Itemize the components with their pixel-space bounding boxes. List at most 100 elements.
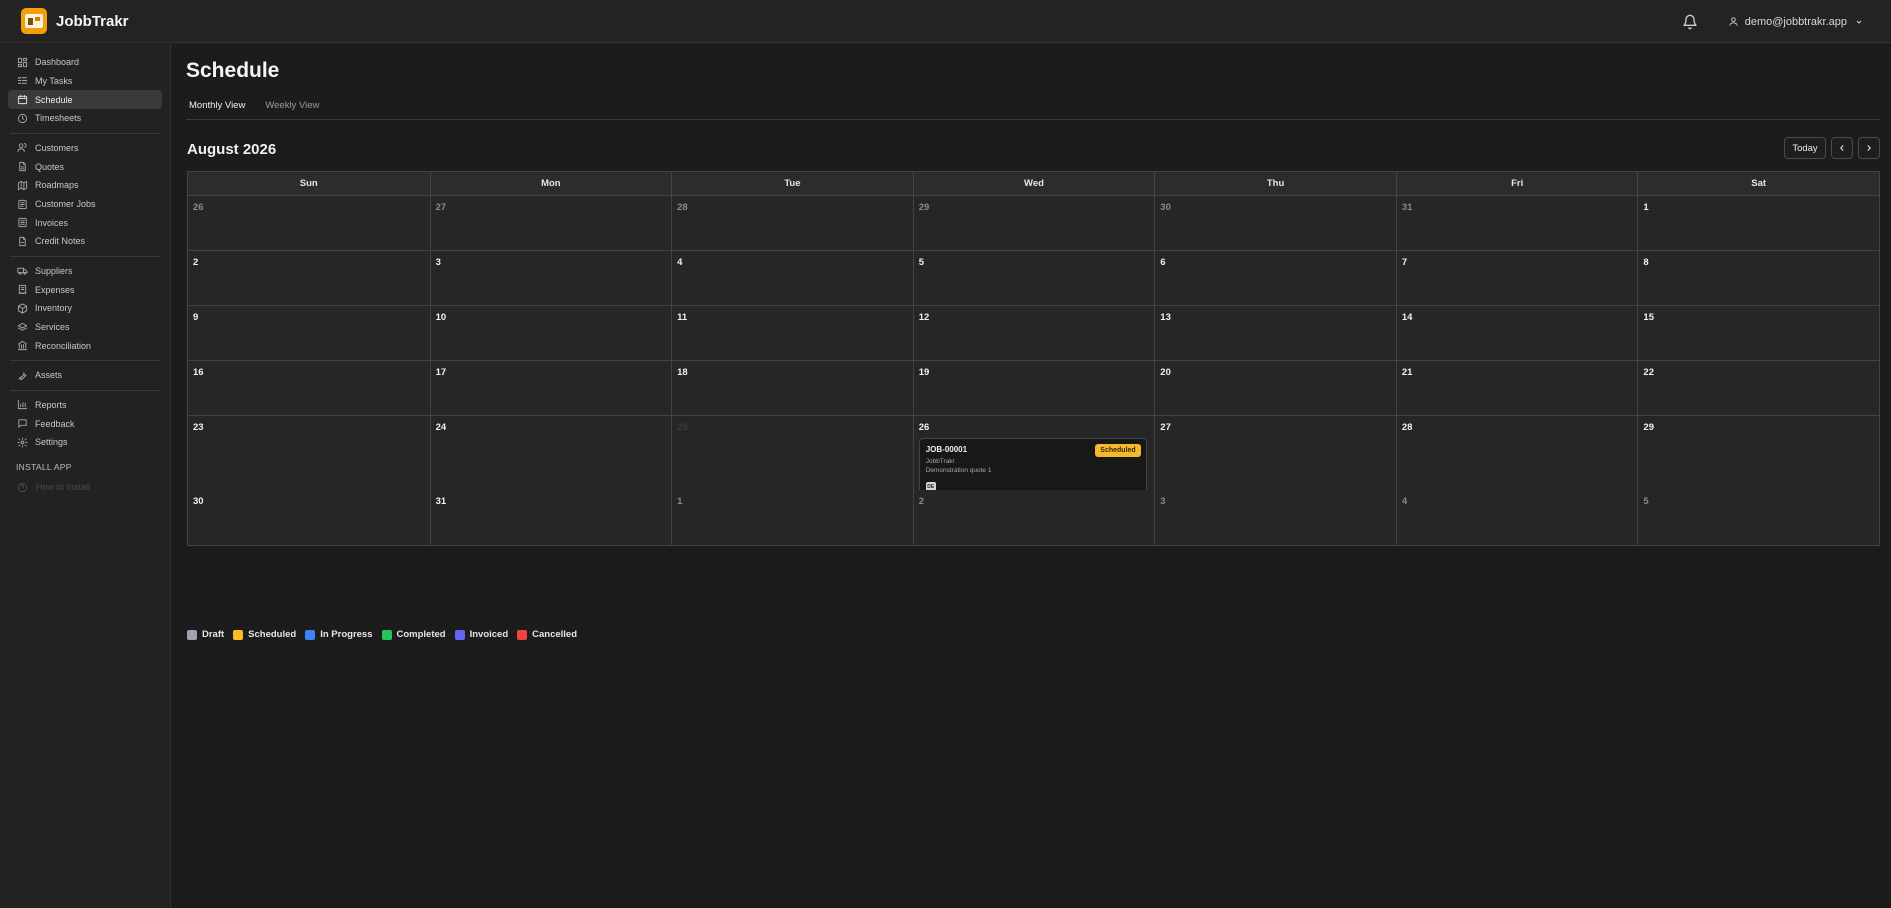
- sidebar-item-label: Inventory: [35, 303, 73, 314]
- day-number: 28: [1401, 422, 1413, 433]
- event-description: Demonstration quote 1: [925, 467, 992, 474]
- calendar-day-cell[interactable]: 31: [1395, 196, 1638, 250]
- credit-note-icon: [19, 236, 26, 246]
- day-number: 1: [677, 496, 683, 507]
- bell-icon[interactable]: [1682, 14, 1698, 30]
- sidebar-item-schedule[interactable]: Schedule: [8, 90, 162, 109]
- next-month-button[interactable]: [1858, 137, 1880, 159]
- legend-swatch: [454, 629, 465, 640]
- sidebar-item-label: Expenses: [35, 284, 75, 295]
- sidebar-item-expenses[interactable]: Expenses: [8, 280, 162, 299]
- sidebar-item-suppliers[interactable]: Suppliers: [8, 262, 162, 281]
- calendar-day-cell[interactable]: 11: [671, 306, 913, 360]
- calendar-day-cell[interactable]: 7: [1395, 251, 1638, 305]
- calendar-day-cell[interactable]: 3: [429, 251, 672, 305]
- brand[interactable]: JobbTrakr: [21, 8, 129, 34]
- calendar-day-cell[interactable]: 15: [1637, 306, 1879, 360]
- calendar-day-cell[interactable]: 20: [1154, 361, 1396, 415]
- calendar-day-cell[interactable]: 29: [912, 196, 1155, 250]
- sidebar-item-label: Credit Notes: [35, 236, 86, 247]
- calendar-day-cell[interactable]: 12: [912, 306, 1155, 360]
- calendar-day-cell[interactable]: 1: [1637, 196, 1879, 250]
- calendar-day-cell[interactable]: 16: [188, 361, 430, 415]
- calendar-day-cell[interactable]: 26: [188, 196, 430, 250]
- today-button[interactable]: Today: [1784, 137, 1826, 159]
- sidebar-item-services[interactable]: Services: [8, 318, 162, 337]
- day-number: 29: [918, 202, 930, 213]
- chevron-right-icon: [1867, 145, 1871, 151]
- calendar-day-cell[interactable]: 31: [429, 490, 672, 545]
- calendar-day-cell[interactable]: 8: [1637, 251, 1879, 305]
- sidebar-item-reconciliation[interactable]: Reconciliation: [8, 336, 162, 355]
- map-icon: [17, 180, 28, 190]
- sidebar-item-assets[interactable]: Assets: [8, 366, 162, 385]
- day-number: 11: [677, 312, 688, 323]
- calendar-day-cell[interactable]: 30: [1154, 196, 1396, 250]
- sidebar-item-customer-jobs[interactable]: Customer Jobs: [8, 195, 162, 214]
- sidebar-item-label: Feedback: [35, 418, 75, 429]
- previous-month-button[interactable]: [1831, 137, 1853, 159]
- tab-weekly-view[interactable]: Weekly View: [262, 100, 322, 120]
- calendar-day-cell[interactable]: 22: [1637, 361, 1879, 415]
- sidebar-item-settings[interactable]: Settings: [8, 433, 162, 452]
- event-card[interactable]: JOB-00001 Scheduled JobbTrakr Demonstration…: [918, 438, 1147, 498]
- sidebar-item-reports[interactable]: Reports: [8, 396, 162, 415]
- sidebar-item-label: Customer Jobs: [35, 199, 96, 210]
- how-to-install-link[interactable]: How to Install: [0, 482, 170, 493]
- sidebar-item-my-tasks[interactable]: My Tasks: [8, 72, 162, 91]
- legend-item-cancelled: Cancelled: [517, 629, 577, 640]
- day-number: 5: [1643, 496, 1649, 507]
- day-number: 2: [193, 257, 199, 268]
- weekday-wed: Wed: [912, 172, 1155, 195]
- calendar-week-row: 23 24 25 26 JOB-00001 Scheduled JobbTrakr Demon…: [188, 416, 1879, 504]
- sidebar-item-label: My Tasks: [35, 75, 73, 86]
- view-tabs: Monthly View Weekly View: [186, 100, 1880, 120]
- calendar-day-cell[interactable]: 27: [429, 196, 672, 250]
- calendar-day-cell[interactable]: 3: [1154, 490, 1396, 545]
- calendar-day-cell[interactable]: 2: [188, 251, 430, 305]
- legend-swatch: [517, 629, 528, 640]
- sidebar-item-credit-notes[interactable]: Credit Notes: [8, 232, 162, 251]
- day-number: 17: [435, 367, 447, 378]
- calendar-day-cell[interactable]: 14: [1395, 306, 1638, 360]
- weekday-sat: Sat: [1637, 172, 1879, 195]
- sidebar-item-label: Quotes: [35, 161, 65, 172]
- day-number: 21: [1401, 367, 1413, 378]
- sidebar-item-quotes[interactable]: Quotes: [8, 157, 162, 176]
- sidebar-item-dashboard[interactable]: Dashboard: [8, 53, 162, 72]
- sidebar-item-invoices[interactable]: Invoices: [8, 213, 162, 232]
- calendar-day-cell[interactable]: 4: [671, 251, 913, 305]
- tab-monthly-view[interactable]: Monthly View: [186, 100, 248, 120]
- day-number: 12: [918, 312, 930, 323]
- day-number: 27: [435, 202, 447, 213]
- calendar-day-cell[interactable]: 19: [912, 361, 1155, 415]
- user-menu[interactable]: demo@jobbtrakr.app: [1728, 16, 1869, 28]
- calendar-day-cell[interactable]: 21: [1395, 361, 1638, 415]
- legend-swatch: [233, 629, 244, 640]
- calendar-day-cell[interactable]: 17: [429, 361, 672, 415]
- sidebar-item-customers[interactable]: Customers: [8, 139, 162, 158]
- calendar-day-cell[interactable]: 4: [1395, 490, 1638, 545]
- sidebar-item-timesheets[interactable]: Timesheets: [8, 109, 162, 128]
- calendar-day-cell[interactable]: 2: [912, 490, 1155, 545]
- calendar-day-cell[interactable]: 1: [671, 490, 913, 545]
- sidebar-item-inventory[interactable]: Inventory: [8, 299, 162, 318]
- legend-label: Scheduled: [248, 629, 297, 640]
- day-number: 9: [193, 312, 199, 323]
- install-app-label: INSTALL APP: [16, 461, 72, 472]
- calendar-day-cell[interactable]: 6: [1154, 251, 1396, 305]
- calendar-day-cell[interactable]: 10: [429, 306, 672, 360]
- calendar-day-cell[interactable]: 5: [912, 251, 1155, 305]
- calendar-day-cell[interactable]: 9: [188, 306, 430, 360]
- sidebar-item-label: Services: [35, 322, 70, 333]
- sidebar-item-feedback[interactable]: Feedback: [8, 414, 162, 433]
- day-number: 22: [1643, 367, 1654, 378]
- sidebar-item-label: Timesheets: [35, 113, 82, 124]
- calendar-day-cell[interactable]: 30: [188, 490, 430, 545]
- calendar-day-cell[interactable]: 28: [671, 196, 913, 250]
- sidebar-item-roadmaps[interactable]: Roadmaps: [8, 176, 162, 195]
- calendar-day-cell[interactable]: 18: [671, 361, 913, 415]
- calendar-day-cell[interactable]: 5: [1637, 490, 1879, 545]
- divider: [10, 255, 160, 257]
- calendar-day-cell[interactable]: 13: [1154, 306, 1396, 360]
